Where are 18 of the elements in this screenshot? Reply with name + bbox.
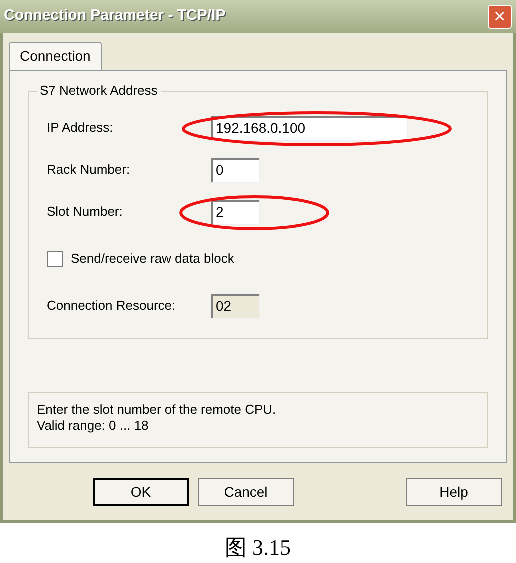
input-field[interactable]: 192.168.0.100 — [211, 116, 408, 140]
field-label: Connection Resource: — [47, 297, 177, 316]
window-title: Connection Parameter - TCP/IP — [4, 6, 226, 26]
info-text: Enter the slot number of the remote CPU. — [37, 402, 278, 418]
dialog-button[interactable]: Cancel — [198, 478, 294, 506]
checkbox[interactable] — [47, 251, 63, 267]
checkbox-label: Send/receive raw data block — [71, 250, 234, 268]
input-field[interactable]: 2 — [211, 200, 260, 224]
field-label: Rack Number: — [47, 161, 132, 180]
field-label: Slot Number: — [47, 203, 124, 222]
close-button[interactable]: × — [488, 4, 512, 28]
dialog-button[interactable]: OK — [93, 478, 189, 506]
info-text: Valid range: 0 ... 18 — [37, 418, 150, 434]
field-label: IP Address: — [47, 119, 114, 138]
figure-caption: 图 3.15 — [225, 534, 291, 562]
input-field[interactable]: 0 — [211, 158, 260, 182]
dialog-button[interactable]: Help — [406, 478, 502, 506]
tab[interactable]: Connection — [9, 42, 102, 70]
